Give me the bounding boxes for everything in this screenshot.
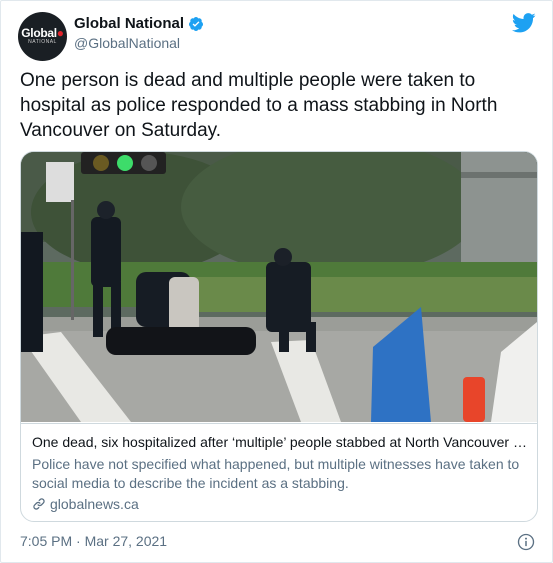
link-icon	[33, 498, 45, 510]
avatar-logo-text: Global●	[21, 26, 64, 40]
avatar-logo-subtext: NATIONAL	[28, 39, 57, 45]
tweet-embed: Global● NATIONAL Global National @Global…	[0, 0, 553, 563]
card-image[interactable]	[21, 152, 537, 422]
verified-badge-icon	[189, 16, 204, 31]
author-handle[interactable]: @GlobalNational	[74, 35, 204, 51]
info-icon[interactable]	[517, 533, 535, 551]
card-title[interactable]: One dead, six hospitalized after ‘multip…	[32, 433, 527, 452]
tweet-text: One person is dead and multiple people w…	[20, 70, 498, 141]
card-domain[interactable]: globalnews.ca	[32, 496, 139, 512]
author-block[interactable]: Global National @GlobalNational	[74, 15, 204, 51]
twitter-bird-icon[interactable]	[512, 13, 536, 33]
card-description: Police have not specified what happened,…	[32, 456, 520, 491]
card-body[interactable]: One dead, six hospitalized after ‘multip…	[21, 423, 537, 521]
avatar[interactable]: Global● NATIONAL	[18, 12, 67, 61]
tweet-timestamp[interactable]: 7:05 PM · Mar 27, 2021	[20, 533, 167, 549]
card-domain-text[interactable]: globalnews.ca	[50, 496, 139, 512]
link-card[interactable]: One dead, six hospitalized after ‘multip…	[20, 151, 538, 522]
author-name[interactable]: Global National	[74, 15, 184, 32]
